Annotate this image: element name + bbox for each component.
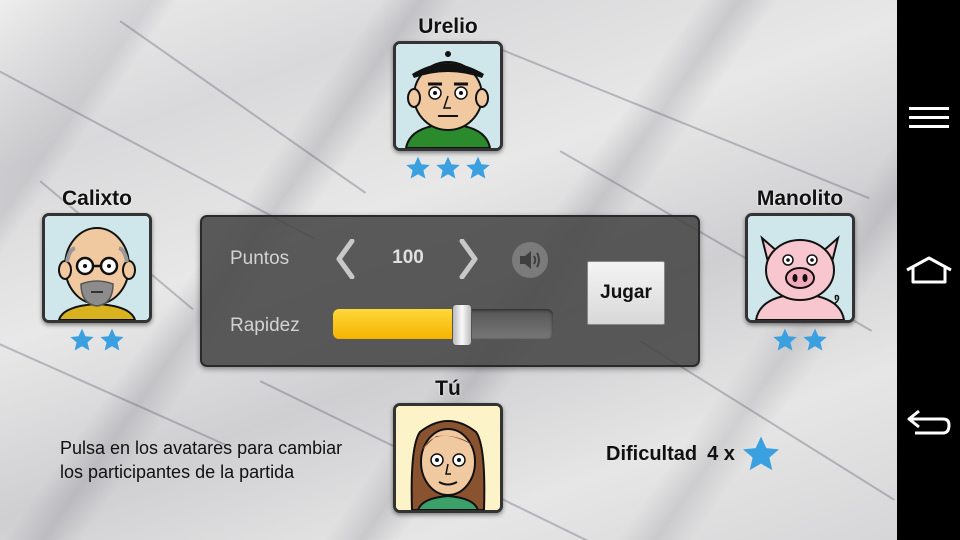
points-label: Puntos: [230, 248, 290, 269]
play-button[interactable]: Jugar: [587, 261, 665, 325]
chevron-left-icon[interactable]: [334, 239, 356, 279]
star-icon: [742, 436, 779, 471]
avatar-manolito[interactable]: [745, 213, 855, 323]
points-value: 100: [392, 247, 424, 268]
marble-vein: [119, 20, 367, 194]
back-button[interactable]: [897, 392, 960, 452]
sound-toggle-button[interactable]: [512, 242, 548, 278]
avatar-urelio[interactable]: [393, 41, 503, 151]
avatar-face-calixto: [45, 216, 149, 320]
speed-slider[interactable]: [333, 309, 553, 339]
home-button[interactable]: [897, 240, 960, 300]
game-board: Urelio Calixto Manolito Tú Puntos 100 Ra…: [0, 0, 897, 540]
star-icon: [70, 328, 94, 351]
avatar-face-urelio: [396, 44, 500, 148]
difficulty-label: Dificultad: [606, 442, 698, 465]
avatar-face-manolito: [748, 216, 852, 320]
star-icon: [436, 156, 460, 179]
player-left: Calixto: [39, 187, 155, 353]
speed-label: Rapidez: [230, 315, 300, 336]
speed-slider-fill: [333, 309, 461, 339]
star-rating: [742, 327, 858, 353]
menu-button[interactable]: [897, 88, 960, 148]
home-icon: [905, 256, 952, 284]
star-rating: [39, 327, 155, 353]
player-right: Manolito: [742, 187, 858, 353]
navigation-bar: [897, 0, 960, 540]
star-icon: [406, 156, 430, 179]
difficulty-value: 4 x: [707, 442, 735, 465]
star-icon: [803, 328, 827, 351]
avatar-calixto[interactable]: [42, 213, 152, 323]
avatar-tu[interactable]: [393, 403, 503, 513]
settings-panel: Puntos 100 Rapidez Jugar: [200, 215, 700, 367]
player-bottom: Tú: [390, 377, 506, 513]
speed-slider-handle[interactable]: [451, 304, 472, 346]
hint-text: Pulsa en los avatares para cambiar los p…: [60, 438, 343, 482]
speaker-icon: [520, 251, 540, 269]
player-name: Tú: [435, 377, 461, 400]
avatar-face-tu: [396, 406, 500, 510]
star-icon: [100, 328, 124, 351]
player-name: Calixto: [61, 187, 132, 210]
star-rating: [390, 155, 506, 181]
player-name: Urelio: [418, 15, 478, 38]
player-top: Urelio: [390, 15, 506, 181]
chevron-right-icon[interactable]: [458, 239, 480, 279]
back-icon: [907, 409, 951, 435]
menu-icon: [908, 107, 949, 128]
marble-vein: [479, 40, 870, 200]
difficulty-indicator: Dificultad 4 x: [606, 434, 781, 474]
player-name: Manolito: [756, 187, 844, 210]
star-icon: [773, 328, 797, 351]
star-icon: [466, 156, 490, 179]
